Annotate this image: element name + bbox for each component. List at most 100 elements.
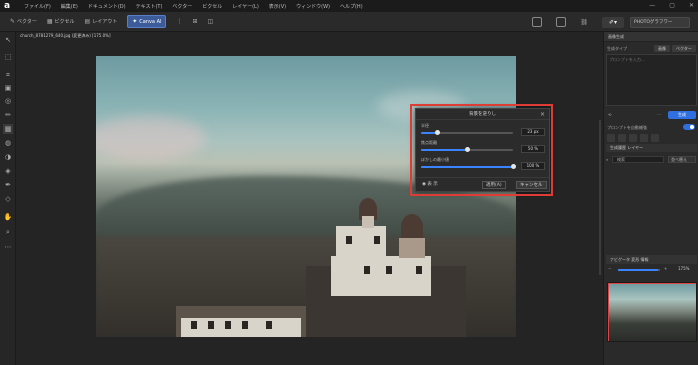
- generate-button[interactable]: 生成: [668, 111, 696, 119]
- maximize-button[interactable]: ▢: [669, 2, 675, 9]
- minimize-button[interactable]: —: [649, 2, 655, 9]
- param-focal-label: 焦点距離: [421, 140, 437, 145]
- menu-window[interactable]: ウィンドウ(W): [296, 3, 330, 10]
- grid-button[interactable]: ⊞: [192, 18, 197, 25]
- canvas-scrollbar[interactable]: [599, 120, 601, 275]
- menu-text[interactable]: テキスト(T): [136, 3, 163, 10]
- slider-knob[interactable]: [435, 130, 441, 135]
- window: [364, 266, 370, 274]
- menu-view[interactable]: 表示(V): [269, 3, 286, 10]
- cancel-button[interactable]: キャンセル: [516, 181, 547, 189]
- min-blur-slider[interactable]: [421, 164, 516, 169]
- auto-enhance-toggle[interactable]: [683, 124, 695, 130]
- generation-type-label: 生成タイプ: [607, 46, 627, 51]
- link-icon: ⛓: [580, 18, 588, 26]
- menu-edit[interactable]: 編集(E): [61, 3, 78, 10]
- focal-value-field[interactable]: 50 %: [521, 145, 545, 153]
- dialog-close-icon[interactable]: ×: [540, 109, 545, 120]
- window: [266, 321, 272, 329]
- tab-image[interactable]: 画像: [654, 45, 670, 52]
- document-tab[interactable]: church_8781279_640.jpg (変更済み) [175.0%]: [17, 32, 114, 40]
- generation-type-tabs: 画像 ベクター: [654, 45, 696, 52]
- canvas-area[interactable]: church_8781279_640.jpg (変更済み) [175.0%]: [17, 32, 603, 365]
- canva-ai-label: Canva AI: [139, 18, 162, 25]
- dialog-title: 背景を逆りし ×: [416, 109, 549, 120]
- blur-dialog: 背景を逆りし × 半径 23 px 焦点距離 50 % ぼかしの最小値 100 …: [415, 108, 550, 192]
- text-frame-icon[interactable]: [556, 17, 567, 27]
- selection-tool-icon[interactable]: ▣: [3, 83, 13, 93]
- pen-tool-icon[interactable]: ✒: [3, 180, 13, 190]
- pixel-mode-button[interactable]: ▦ ピクセル: [47, 18, 75, 25]
- export-icon[interactable]: [532, 17, 543, 27]
- vector-icon: ✎: [10, 18, 16, 25]
- sort-dropdown[interactable]: 並べ替え: [668, 156, 696, 163]
- clone-tool-icon[interactable]: ◍: [3, 138, 13, 148]
- navigator-thumbnail[interactable]: [607, 282, 697, 342]
- panel-header: 画像生成: [604, 32, 698, 42]
- search-input[interactable]: 検索: [612, 156, 664, 163]
- preview-toggle[interactable]: ◉ 表 示: [422, 181, 438, 187]
- close-button[interactable]: ✕: [689, 2, 694, 9]
- radius-slider[interactable]: [421, 130, 513, 135]
- history-icon[interactable]: ⟲: [608, 112, 611, 117]
- vector-mode-button[interactable]: ✎ ベクター: [10, 18, 37, 25]
- snapping-button[interactable]: ◫: [208, 18, 214, 25]
- search-icon: ⌕: [606, 157, 609, 162]
- min-blur-value-field[interactable]: 100 %: [521, 162, 545, 170]
- effects-preset-icon[interactable]: [640, 134, 648, 142]
- zoom-slider[interactable]: [618, 269, 660, 271]
- zoom-value[interactable]: 175%: [678, 266, 689, 271]
- fill-tool-icon[interactable]: ◈: [3, 166, 13, 176]
- lasso-tool-icon[interactable]: ◎: [3, 96, 13, 106]
- zoom-out-icon[interactable]: −: [608, 266, 611, 271]
- node-tool-icon[interactable]: ⬚: [3, 52, 13, 62]
- menu-layer[interactable]: レイヤー(L): [232, 3, 259, 10]
- more-menu-button[interactable]: ⋮: [176, 18, 182, 25]
- dialog-footer: ◉ 表 示 適用(A) キャンセル: [416, 177, 549, 191]
- layout-mode-button[interactable]: ▤ レイアウト: [85, 18, 118, 25]
- radius-value-field[interactable]: 23 px: [521, 128, 545, 136]
- main-toolbar: ✎ ベクター ▦ ピクセル ▤ レイアウト ✦ Canva AI ⋮ ⊞ ◫ ⛓…: [0, 12, 698, 32]
- dodge-tool-icon[interactable]: ◑: [3, 152, 13, 162]
- eraser-tool-icon[interactable]: ◇: [3, 194, 13, 204]
- apply-button[interactable]: 適用(A): [482, 181, 506, 189]
- focal-slider[interactable]: [421, 147, 513, 152]
- param-min-blur-label: ぼかしの最小値: [421, 157, 449, 162]
- church-photo[interactable]: [96, 56, 516, 337]
- history-layers-header[interactable]: 生成履歴 レイヤー: [606, 144, 697, 152]
- toolbar-right: ⛓ ✐▾ PHOTOグラフワー: [532, 12, 698, 32]
- menu-vector[interactable]: ベクター: [172, 3, 192, 10]
- param-min-blur: ぼかしの最小値 100 %: [421, 157, 545, 174]
- navigator-viewport[interactable]: [608, 283, 696, 341]
- more-tools-icon[interactable]: ⋯: [3, 242, 13, 252]
- more-options-icon[interactable]: ⋯: [657, 112, 661, 117]
- menu-document[interactable]: ドキュメント(D): [88, 3, 126, 10]
- blur-tool-icon[interactable]: ▩: [3, 124, 13, 134]
- menu-file[interactable]: ファイル(F): [24, 3, 51, 10]
- zoom-in-icon[interactable]: +: [664, 266, 667, 271]
- crop-tool-icon[interactable]: ⌗: [3, 70, 13, 80]
- menu-pixel[interactable]: ピクセル: [202, 3, 222, 10]
- move-tool-icon[interactable]: ↖: [3, 35, 13, 45]
- adjust-preset-icon[interactable]: [629, 134, 637, 142]
- navigator-header[interactable]: ナビゲータ 変形 情報: [606, 255, 697, 264]
- slider-knob[interactable]: [510, 164, 516, 169]
- styles-preset-icon[interactable]: [651, 134, 659, 142]
- zoom-tool-icon[interactable]: ⌕: [3, 227, 13, 237]
- left-building: [181, 318, 301, 337]
- hand-tool-icon[interactable]: ✋: [3, 212, 13, 222]
- dialog-body: 半径 23 px 焦点距離 50 % ぼかしの最小値 100 %: [416, 120, 549, 178]
- link-button[interactable]: ⛓: [580, 19, 588, 26]
- prompt-input[interactable]: プロンプトを入力...: [606, 54, 697, 106]
- brush-tool-icon[interactable]: ✏: [3, 110, 13, 120]
- panel-icon-row: [607, 134, 659, 142]
- workspace-dropdown[interactable]: PHOTOグラフワー: [630, 16, 690, 28]
- brush-preset-icon[interactable]: [607, 134, 615, 142]
- menu-help[interactable]: ヘルプ(H): [340, 3, 363, 10]
- brush-dropdown[interactable]: ✐▾: [602, 16, 624, 28]
- window: [374, 236, 380, 244]
- tab-vector[interactable]: ベクター: [672, 45, 696, 52]
- layers-preset-icon[interactable]: [618, 134, 626, 142]
- canva-ai-button[interactable]: ✦ Canva AI: [127, 15, 167, 28]
- slider-knob[interactable]: [464, 147, 470, 152]
